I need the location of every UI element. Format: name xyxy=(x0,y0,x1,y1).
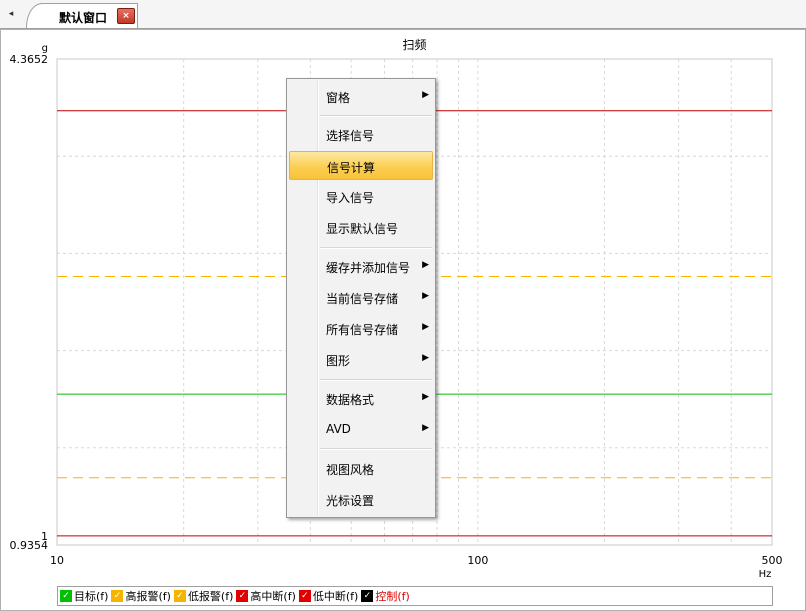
menu-item[interactable]: 选择信号 xyxy=(289,120,433,149)
checkbox-check-icon[interactable]: ✓ xyxy=(173,590,186,602)
menu-item[interactable]: 当前信号存储 ▶ xyxy=(289,283,433,312)
menu-item-label: 图形 xyxy=(326,354,351,368)
menu-separator xyxy=(320,115,432,117)
y-tick-label: 0.9354 xyxy=(10,539,49,552)
legend-label: 低报警(f) xyxy=(187,590,234,603)
menu-item-label: 当前信号存储 xyxy=(326,292,399,306)
menu-item[interactable]: 信号计算 xyxy=(289,151,433,180)
menu-item-label: 光标设置 xyxy=(326,494,375,508)
chart-title: 扫频 xyxy=(402,38,426,52)
submenu-arrow-icon: ▶ xyxy=(422,353,429,363)
x-axis-label: Hz xyxy=(759,569,772,580)
menu-item[interactable]: 导入信号 xyxy=(289,182,433,211)
x-tick-label: 500 xyxy=(762,554,783,567)
menu-item-label: 导入信号 xyxy=(326,191,375,205)
legend: ✓ 目标(f) ✓ 高报警(f) ✓ 低报警(f) ✓ 高中断(f) ✓ 低中断(f) ✓ 控制(f) xyxy=(57,586,773,606)
checkbox-check-icon[interactable]: ✓ xyxy=(60,590,72,602)
menu-item[interactable]: 视图风格 xyxy=(289,454,433,483)
submenu-arrow-icon: ▶ xyxy=(422,322,429,332)
checkbox-check-icon[interactable]: ✓ xyxy=(361,590,374,602)
menu-item-label: AVD xyxy=(326,422,351,436)
menu-item[interactable]: 缓存并添加信号 ▶ xyxy=(289,252,433,281)
menu-item[interactable]: 数据格式 ▶ xyxy=(289,384,433,413)
menu-separator xyxy=(320,448,432,450)
checkbox-check-icon[interactable]: ✓ xyxy=(111,590,124,602)
legend-item[interactable]: ✓ 控制(f) xyxy=(361,588,410,604)
menu-item[interactable]: 所有信号存储 ▶ xyxy=(289,314,433,343)
menu-item-label: 选择信号 xyxy=(326,129,375,143)
menu-item-label: 数据格式 xyxy=(326,393,375,407)
menu-item-label: 所有信号存储 xyxy=(326,323,399,337)
legend-label: 高中断(f) xyxy=(250,590,296,603)
menu-item-label: 窗格 xyxy=(326,91,351,105)
legend-label: 低中断(f) xyxy=(312,590,359,603)
submenu-arrow-icon: ▶ xyxy=(422,260,429,270)
menu-item[interactable]: 光标设置 xyxy=(289,485,433,514)
legend-item[interactable]: ✓ 低报警(f) xyxy=(173,588,234,604)
menu-item-label: 视图风格 xyxy=(326,463,375,477)
legend-item[interactable]: ✓ 低中断(f) xyxy=(298,588,359,604)
menu-separator xyxy=(320,247,432,249)
menu-item[interactable]: 图形 ▶ xyxy=(289,345,433,374)
legend-item[interactable]: ✓ 目标(f) xyxy=(60,588,108,604)
submenu-arrow-icon: ▶ xyxy=(422,423,429,433)
menu-item[interactable]: AVD ▶ xyxy=(289,415,433,444)
submenu-arrow-icon: ▶ xyxy=(422,90,429,100)
y-tick-label: 4.3652 xyxy=(10,53,49,66)
submenu-arrow-icon: ▶ xyxy=(422,392,429,402)
legend-label: 高报警(f) xyxy=(125,590,171,603)
menu-item-label: 显示默认信号 xyxy=(326,222,399,236)
legend-item[interactable]: ✓ 高中断(f) xyxy=(236,588,296,604)
checkbox-check-icon[interactable]: ✓ xyxy=(236,590,249,602)
menu-item[interactable]: 显示默认信号 xyxy=(289,213,433,242)
x-tick-label: 10 xyxy=(50,554,64,567)
menu-separator xyxy=(320,379,432,381)
y-axis-label: g xyxy=(42,43,48,54)
legend-label: 目标(f) xyxy=(74,590,109,603)
x-tick-label: 100 xyxy=(467,554,488,567)
legend-item[interactable]: ✓ 高报警(f) xyxy=(111,588,171,604)
checkbox-check-icon[interactable]: ✓ xyxy=(298,590,311,602)
menu-item[interactable]: 窗格 ▶ xyxy=(289,82,433,111)
submenu-arrow-icon: ▶ xyxy=(422,291,429,301)
context-menu: 窗格 ▶ 选择信号 信号计算 导入信号 显示默认信号 缓存并添加信号 ▶ 当前信号存储 ▶ 所有信号… xyxy=(286,78,436,518)
legend-label: 控制(f) xyxy=(375,590,410,603)
menu-item-label: 信号计算 xyxy=(327,161,376,175)
menu-item-label: 缓存并添加信号 xyxy=(326,261,411,275)
